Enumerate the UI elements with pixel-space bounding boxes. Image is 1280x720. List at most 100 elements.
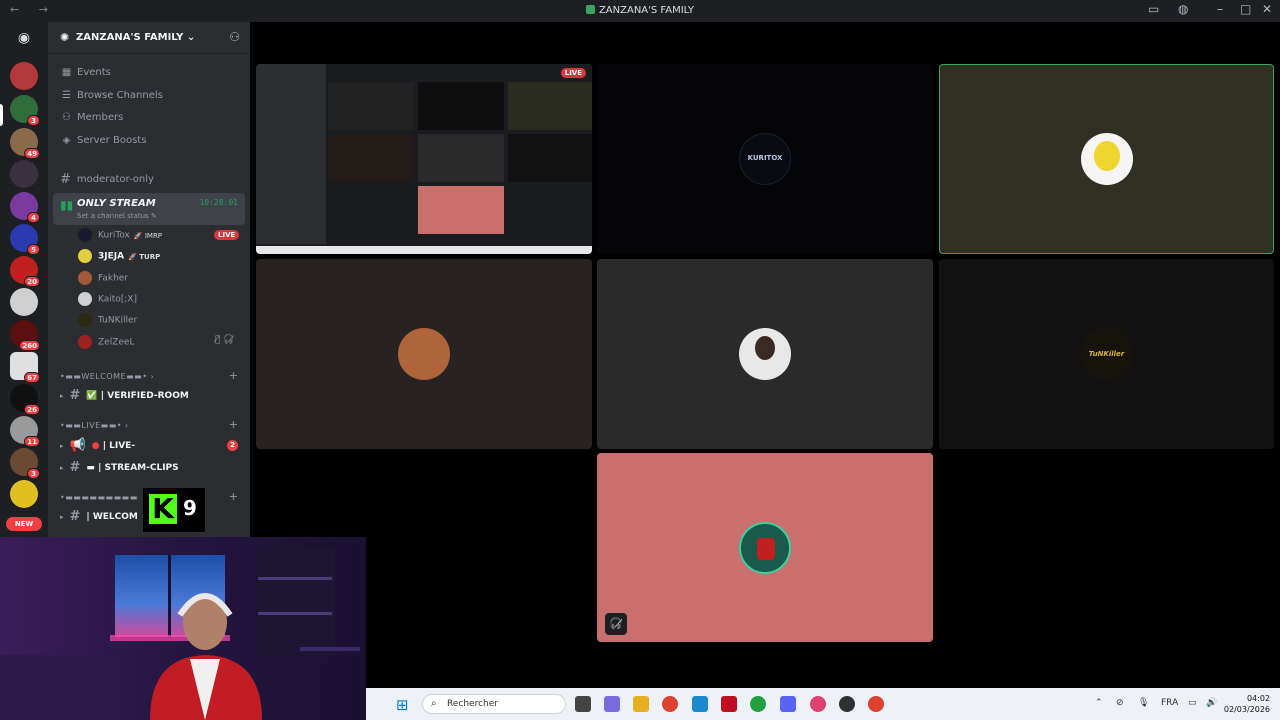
volume-icon[interactable]: 🔊 bbox=[1206, 698, 1217, 708]
search-icon: ⌕ bbox=[431, 698, 437, 709]
file-explorer-icon[interactable] bbox=[633, 696, 649, 712]
server-icon[interactable] bbox=[10, 480, 38, 508]
nav-events[interactable]: ▦ Events bbox=[60, 67, 111, 78]
add-channel-icon[interactable]: + bbox=[229, 418, 238, 431]
maximize-button[interactable]: □ bbox=[1240, 2, 1251, 16]
server-badge: 67 bbox=[24, 372, 40, 383]
chrome-profile-icon[interactable] bbox=[810, 696, 826, 712]
channel-stream-clips[interactable]: ▸ # ▬ | STREAM-CLIPS bbox=[60, 460, 179, 475]
copilot-icon[interactable] bbox=[604, 696, 620, 712]
hash-icon: # bbox=[69, 388, 81, 403]
tunkiller-logo: TuNKiller bbox=[1088, 350, 1125, 358]
microphone-icon[interactable]: 🎙 bbox=[1138, 698, 1149, 708]
server-icon[interactable]: 260 bbox=[10, 320, 40, 351]
tray-overflow-icon[interactable]: ⌃ bbox=[1095, 698, 1103, 708]
task-view-icon[interactable] bbox=[575, 696, 591, 712]
nav-browse-channels[interactable]: ☰ Browse Channels bbox=[60, 90, 163, 101]
avatar bbox=[78, 313, 92, 327]
server-icon[interactable] bbox=[10, 160, 38, 188]
inbox-icon[interactable]: ▭ bbox=[1148, 2, 1159, 16]
avatar bbox=[78, 335, 92, 349]
voice-user[interactable]: Fakher bbox=[78, 271, 128, 285]
voice-user[interactable]: ZelZeeL bbox=[78, 335, 134, 349]
help-icon[interactable]: ◍ bbox=[1178, 2, 1188, 16]
server-icon[interactable]: 4 bbox=[10, 192, 40, 223]
server-badge: 20 bbox=[24, 276, 40, 287]
store-icon[interactable] bbox=[692, 696, 708, 712]
taskbar-clock[interactable]: 04:02 02/03/2026 bbox=[1224, 693, 1270, 715]
muted-deafened-icon: 🎙̸ 🎧̸ bbox=[215, 335, 235, 345]
avatar bbox=[78, 228, 92, 242]
channel-welcome[interactable]: ▸ # | WELCOM bbox=[60, 509, 138, 524]
window-titlebar: ← → ZANZANA'S FAMILY ▭ ◍ – □ ✕ bbox=[0, 0, 1280, 22]
nav-server-boosts[interactable]: ◈ Server Boosts bbox=[60, 135, 147, 146]
voice-user[interactable]: Kaito[;X] bbox=[78, 292, 137, 306]
share-tile-preview bbox=[418, 186, 504, 234]
minimize-button[interactable]: – bbox=[1217, 2, 1223, 16]
share-tile-preview bbox=[418, 82, 504, 130]
share-tile-preview bbox=[508, 82, 592, 130]
participant-tile-3jeja[interactable] bbox=[939, 64, 1274, 254]
server-icon[interactable]: 11 bbox=[10, 416, 40, 447]
discord-home-icon[interactable]: ◉ bbox=[12, 28, 36, 48]
channel-moderator-only[interactable]: # moderator-only bbox=[60, 172, 154, 187]
server-settings-icon: ✺ bbox=[60, 31, 70, 44]
language-indicator[interactable]: FRA bbox=[1161, 698, 1178, 708]
channel-live[interactable]: ▸ 📢 ● | LIVE- bbox=[60, 438, 135, 453]
close-button[interactable]: ✕ bbox=[1262, 2, 1272, 16]
windows-start-icon[interactable]: ⊞ bbox=[396, 696, 409, 714]
screen-share-tile[interactable]: LIVE bbox=[256, 64, 592, 254]
taskbar-search[interactable]: ⌕ Rechercher bbox=[422, 694, 566, 714]
participant-tile-tunkiller[interactable]: TuNKiller bbox=[939, 259, 1274, 449]
participant-tile-zelzeel[interactable]: 🎧̸ bbox=[597, 453, 933, 642]
new-badge[interactable]: NEW bbox=[6, 517, 42, 531]
participant-tile-kaito[interactable] bbox=[597, 259, 933, 449]
chrome-profile-icon[interactable] bbox=[868, 696, 884, 712]
monitor-icon[interactable]: ▭ bbox=[1188, 698, 1197, 708]
channel-status[interactable]: Set a channel status ✎ bbox=[77, 212, 157, 220]
add-channel-icon[interactable]: + bbox=[229, 490, 238, 503]
server-icon[interactable]: 20 bbox=[10, 256, 40, 287]
category-welcome[interactable]: •▬▬WELCOME▬▬• › bbox=[60, 372, 154, 381]
nav-members[interactable]: ⚇ Members bbox=[60, 112, 123, 123]
chrome-icon[interactable] bbox=[662, 696, 678, 712]
network-off-icon[interactable]: ⊘ bbox=[1116, 698, 1124, 708]
announcement-icon: 📢 bbox=[69, 438, 86, 453]
invite-icon[interactable]: ⚇ bbox=[229, 30, 240, 44]
avatar bbox=[1080, 133, 1133, 185]
voice-channel-only-stream[interactable]: ▮▮ ONLY STREAM Set a channel status ✎ 10… bbox=[53, 193, 245, 225]
chrome-profile-icon[interactable] bbox=[750, 696, 766, 712]
participant-tile-fakher[interactable] bbox=[256, 259, 592, 449]
server-header[interactable]: ✺ ZANZANA'S FAMILY ⌄ ⚇ bbox=[48, 22, 250, 54]
server-icon[interactable]: 3 bbox=[10, 448, 40, 479]
deafened-icon: 🎧̸ bbox=[605, 613, 627, 635]
server-icon[interactable]: 26 bbox=[10, 384, 40, 415]
discord-icon[interactable] bbox=[780, 696, 796, 712]
add-channel-icon[interactable]: + bbox=[229, 369, 238, 382]
mention-badge: 2 bbox=[227, 440, 238, 451]
server-icon[interactable] bbox=[10, 288, 38, 316]
app-icon[interactable] bbox=[839, 696, 855, 712]
channel-verified-room[interactable]: ▸ # ✅ | VERIFIED-ROOM bbox=[60, 388, 189, 403]
clock-time: 04:02 bbox=[1246, 694, 1270, 703]
voice-user[interactable]: TuNKiller bbox=[78, 313, 137, 327]
voice-user[interactable]: 3JEJA 🚀 TURP bbox=[78, 249, 160, 263]
character-icon bbox=[757, 537, 775, 560]
server-icon[interactable] bbox=[10, 62, 38, 90]
app-icon[interactable] bbox=[721, 696, 737, 712]
share-tile-preview bbox=[508, 134, 592, 182]
simpson-face-icon bbox=[1093, 141, 1120, 171]
channel-sidebar: ✺ ZANZANA'S FAMILY ⌄ ⚇ ▦ Events ☰ Browse C… bbox=[48, 22, 250, 542]
check-icon: ✅ bbox=[86, 391, 98, 401]
server-icon[interactable]: 3 bbox=[10, 95, 40, 126]
category-other[interactable]: •▬▬▬▬▬▬▬▬▬ bbox=[60, 493, 138, 502]
boost-icon: ◈ bbox=[62, 135, 71, 146]
category-live[interactable]: •▬▬LIVE▬▬• › bbox=[60, 421, 129, 430]
server-icon[interactable]: 5 bbox=[10, 224, 40, 255]
server-icon[interactable]: 67 bbox=[10, 352, 40, 383]
participant-tile-kuritox[interactable]: KURITOX bbox=[597, 64, 933, 254]
voice-channel-name: ONLY STREAM bbox=[77, 198, 156, 209]
person-head-icon bbox=[755, 336, 775, 360]
voice-user[interactable]: KuriTox 🚀 IMRP bbox=[78, 228, 162, 242]
server-icon[interactable]: 49 bbox=[10, 128, 40, 159]
